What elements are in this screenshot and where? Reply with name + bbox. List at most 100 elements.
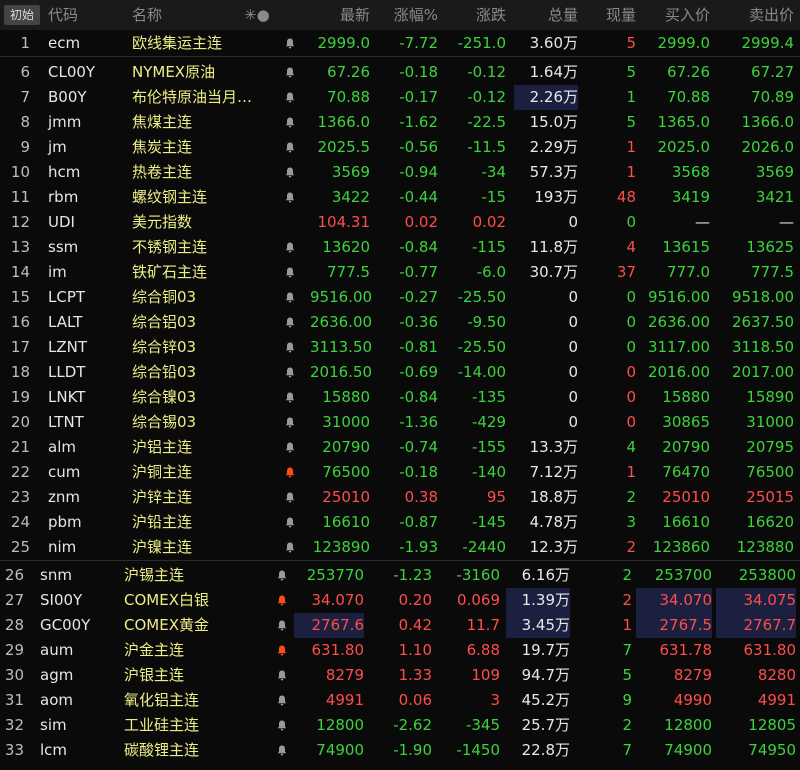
table-row[interactable]: 27 SI00Y COMEX白银 34.070 0.20 0.069 1.39万 2 34.07…: [0, 588, 800, 613]
table-row[interactable]: 6 CL00Y NYMEX原油 67.26 -0.18 -0.12 1.64万 5 67.26 6…: [0, 60, 800, 85]
alert-bell-icon[interactable]: [283, 285, 297, 310]
alert-bell-icon[interactable]: [275, 563, 289, 588]
change-percent: 1.10: [398, 641, 432, 659]
table-row[interactable]: 8 jmm 焦煤主连 1366.0 -1.62 -22.5 15.0万 5 1365.0 1366…: [0, 110, 800, 135]
col-code-header[interactable]: 代码: [48, 0, 78, 30]
table-row[interactable]: 18 LLDT 综合铅03 2016.50 -0.69 -14.00 0 0 2016.00 20…: [0, 360, 800, 385]
table-row[interactable]: 14 im 铁矿石主连 777.5 -0.77 -6.0 30.7万 37 777.0 777.5: [0, 260, 800, 285]
alert-bell-icon[interactable]: [283, 185, 297, 210]
alert-bell-icon[interactable]: [283, 410, 297, 435]
table-row[interactable]: 9 jm 焦炭主连 2025.5 -0.56 -11.5 2.29万 1 2025.0 2026.…: [0, 135, 800, 160]
change-percent: 0.42: [398, 616, 432, 634]
col-vol-header[interactable]: 总量: [514, 0, 578, 30]
alert-bell-icon[interactable]: [283, 260, 297, 285]
bid-price: 123860: [652, 538, 710, 556]
table-row[interactable]: 17 LZNT 综合锌03 3113.50 -0.81 -25.50 0 0 3117.00 31…: [0, 335, 800, 360]
symbol-code: LCPT: [48, 288, 86, 306]
instrument-name: 综合镍03: [132, 388, 197, 406]
alert-bell-icon[interactable]: [283, 485, 297, 510]
ask-price: 2999.4: [741, 34, 795, 52]
alert-bell-icon[interactable]: [283, 85, 297, 110]
alert-bell-icon[interactable]: [283, 510, 297, 535]
table-row[interactable]: 33 lcm 碳酸锂主连 74900 -1.90 -1450 22.8万 7 74900 7495…: [0, 738, 800, 763]
bid-price: 9516.00: [647, 288, 710, 306]
col-ask-header[interactable]: 卖出价: [716, 0, 794, 30]
table-row[interactable]: 31 aom 氧化铝主连 4991 0.06 3 45.2万 9 4990 4991: [0, 688, 800, 713]
alert-bell-icon[interactable]: [283, 310, 297, 335]
alert-bell-icon[interactable]: [283, 160, 297, 185]
total-volume: 22.8万: [521, 741, 570, 759]
row-index: 28: [4, 616, 24, 634]
table-row[interactable]: 24 pbm 沪铅主连 16610 -0.87 -145 4.78万 3 16610 16620: [0, 510, 800, 535]
table-row[interactable]: 21 alm 沪铝主连 20790 -0.74 -155 13.3万 4 20790 20795: [0, 435, 800, 460]
table-row[interactable]: 29 aum 沪金主连 631.80 1.10 6.88 19.7万 7 631.78 631.8…: [0, 638, 800, 663]
initial-badge[interactable]: 初始: [4, 5, 40, 25]
ask-price: 15890: [746, 388, 794, 406]
change-amount: -0.12: [467, 63, 506, 81]
col-pct-header[interactable]: 涨幅%: [378, 0, 438, 30]
last-price: 9516.00: [310, 288, 373, 306]
alert-bell-icon[interactable]: [283, 135, 297, 160]
alert-bell-icon[interactable]: [275, 663, 289, 688]
alert-bell-icon[interactable]: [275, 688, 289, 713]
table-row[interactable]: 23 znm 沪锌主连 25010 0.38 95 18.8万 2 25010 25015: [0, 485, 800, 510]
table-row[interactable]: 11 rbm 螺纹钢主连 3422 -0.44 -15 193万 48 3419 3421: [0, 185, 800, 210]
alert-bell-icon[interactable]: [283, 60, 297, 85]
change-amount: 3: [490, 691, 500, 709]
last-price: 34.070: [311, 591, 365, 609]
alert-bell-icon[interactable]: [283, 385, 297, 410]
symbol-code: nim: [48, 538, 77, 556]
alert-bell-icon[interactable]: [283, 235, 297, 260]
col-chg-header[interactable]: 涨跌: [446, 0, 506, 30]
col-name-header[interactable]: 名称: [132, 0, 162, 30]
row-index: 7: [20, 88, 30, 106]
instrument-name: 铁矿石主连: [132, 263, 208, 281]
table-row[interactable]: 25 nim 沪镍主连 123890 -1.93 -2440 12.3万 2 123860 123…: [0, 535, 800, 560]
table-row[interactable]: 10 hcm 热卷主连 3569 -0.94 -34 57.3万 1 3568 3569: [0, 160, 800, 185]
row-index: 29: [4, 641, 24, 659]
table-row[interactable]: 22 cum 沪铜主连 76500 -0.18 -140 7.12万 1 76470 76500: [0, 460, 800, 485]
alert-bell-icon[interactable]: [283, 535, 297, 560]
last-price: 4991: [325, 691, 364, 709]
alert-bell-icon[interactable]: [283, 460, 297, 485]
bid-price: 1365.0: [657, 113, 711, 131]
alert-bell-icon[interactable]: [275, 638, 289, 663]
table-row[interactable]: 7 B00Y 布伦特原油当月… 70.88 -0.17 -0.12 2.26万 1 70.88 7…: [0, 85, 800, 110]
alert-bell-icon[interactable]: [283, 435, 297, 460]
col-bid-header[interactable]: 买入价: [640, 0, 710, 30]
instrument-name: 沪锡主连: [124, 566, 185, 584]
table-row[interactable]: 32 sim 工业硅主连 12800 -2.62 -345 25.7万 2 12800 12805: [0, 713, 800, 738]
table-row[interactable]: 20 LTNT 综合锡03 31000 -1.36 -429 0 0 30865 31000: [0, 410, 800, 435]
change-amount: 11.7: [466, 616, 500, 634]
alert-bell-icon[interactable]: [275, 613, 289, 638]
table-row[interactable]: 26 snm 沪锡主连 253770 -1.23 -3160 6.16万 2 253700 253…: [0, 563, 800, 588]
change-amount: 95: [486, 488, 506, 506]
table-row[interactable]: 1 ecm 欧线集运主连 2999.0 -7.72 -251.0 3.60万 5 2999.0 2…: [0, 31, 800, 56]
change-amount: -429: [471, 413, 506, 431]
alert-bell-icon[interactable]: [283, 360, 297, 385]
table-row[interactable]: 12 UDI 美元指数 104.31 0.02 0.02 0 0 — —: [0, 210, 800, 235]
table-row[interactable]: 30 agm 沪银主连 8279 1.33 109 94.7万 5 8279 8280: [0, 663, 800, 688]
last-price: 2999.0: [317, 34, 371, 52]
table-row[interactable]: 15 LCPT 综合铜03 9516.00 -0.27 -25.50 0 0 9516.00 95…: [0, 285, 800, 310]
alert-bell-icon[interactable]: [283, 110, 297, 135]
col-cur-header[interactable]: 现量: [584, 0, 636, 30]
alert-bell-icon[interactable]: [275, 588, 289, 613]
total-volume: 6.16万: [521, 566, 570, 584]
alert-bell-icon[interactable]: [283, 31, 297, 56]
symbol-code: aom: [40, 691, 73, 709]
alert-bell-icon[interactable]: [275, 713, 289, 738]
col-last-header[interactable]: 最新: [310, 0, 370, 30]
last-price: 2025.5: [317, 138, 371, 156]
table-row[interactable]: 16 LALT 综合铝03 2636.00 -0.36 -9.50 0 0 2636.00 263…: [0, 310, 800, 335]
last-price: 8279: [325, 666, 364, 684]
table-row[interactable]: 28 GC00Y COMEX黄金 2767.6 0.42 11.7 3.45万 1 2767.5…: [0, 613, 800, 638]
last-price: 253770: [306, 566, 364, 584]
table-row[interactable]: 19 LNKT 综合镍03 15880 -0.84 -135 0 0 15880 15890: [0, 385, 800, 410]
symbol-code: GC00Y: [40, 616, 91, 634]
settings-icon[interactable]: ✳●: [244, 0, 270, 30]
alert-bell-icon[interactable]: [283, 335, 297, 360]
quote-table: 初始 代码 名称 ✳● 最新 涨幅% 涨跌 总量 现量 买入价 卖出价 1 ecm…: [0, 0, 800, 770]
alert-bell-icon[interactable]: [275, 738, 289, 763]
table-row[interactable]: 13 ssm 不锈钢主连 13620 -0.84 -115 11.8万 4 13615 13625: [0, 235, 800, 260]
